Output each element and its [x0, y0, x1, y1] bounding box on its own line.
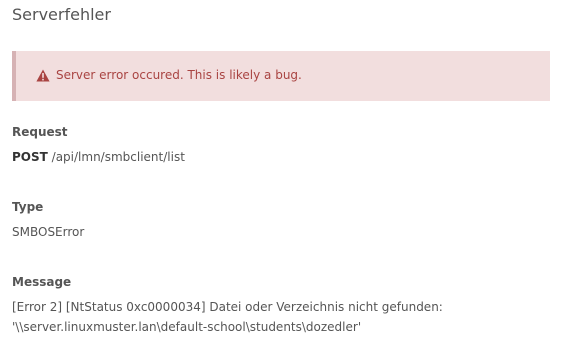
request-path: /api/lmn/smbclient/list [51, 150, 185, 164]
type-label: Type [12, 200, 44, 214]
server-error-dialog: Serverfehler Server error occured. This … [0, 0, 578, 357]
message-label: Message [12, 275, 72, 289]
alert-message: Server error occured. This is likely a b… [56, 68, 302, 82]
request-value: POST /api/lmn/smbclient/list [12, 149, 185, 165]
error-alert: Server error occured. This is likely a b… [12, 51, 550, 101]
message-line-2: '\\server.linuxmuster.lan\default-school… [12, 320, 362, 334]
message-line-1: [Error 2] [NtStatus 0xc0000034] Datei od… [12, 300, 443, 314]
type-value: SMBOSError [12, 225, 85, 239]
dialog-title: Serverfehler [12, 5, 111, 24]
warning-triangle-icon [36, 69, 50, 82]
request-label: Request [12, 125, 68, 139]
request-method: POST [12, 150, 48, 164]
